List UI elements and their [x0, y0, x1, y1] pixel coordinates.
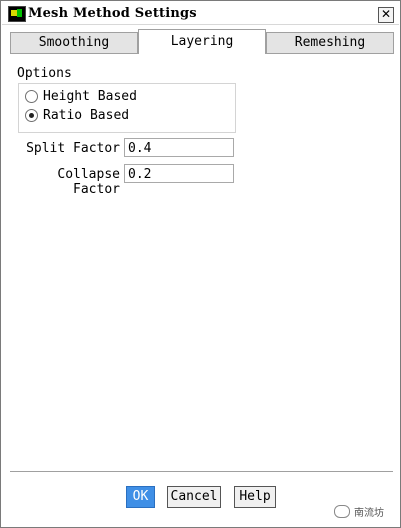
watermark-text: 南流坊 [354, 508, 384, 519]
wechat-icon [334, 505, 350, 518]
mesh-method-settings-dialog: Mesh Method Settings ✕ Smoothing Layerin… [0, 0, 401, 528]
radio-height-based[interactable]: Height Based [25, 87, 137, 105]
tab-remeshing[interactable]: Remeshing [266, 32, 394, 54]
options-radio-group: Height Based Ratio Based [18, 83, 236, 133]
tab-bar: Smoothing Layering Remeshing [10, 29, 394, 54]
application-icon [8, 6, 26, 22]
radio-ratio-based-label: Ratio Based [43, 107, 130, 123]
radio-ratio-based-indicator[interactable] [25, 108, 38, 122]
collapse-factor-input[interactable]: 0.2 [124, 164, 234, 183]
radio-ratio-based[interactable]: Ratio Based [25, 106, 129, 124]
button-bar-divider [10, 471, 393, 472]
tab-layering[interactable]: Layering [138, 29, 266, 54]
options-group-label: Options [17, 66, 72, 81]
tab-smoothing[interactable]: Smoothing [10, 32, 138, 54]
close-button[interactable]: ✕ [378, 7, 394, 23]
watermark: 南流坊 [334, 504, 384, 519]
radio-height-based-indicator[interactable] [25, 89, 38, 103]
cancel-button[interactable]: Cancel [167, 486, 221, 508]
radio-height-based-label: Height Based [43, 88, 137, 104]
help-button[interactable]: Help [234, 486, 276, 508]
window-title: Mesh Method Settings [28, 6, 197, 21]
split-factor-label: Split Factor [26, 141, 120, 156]
collapse-factor-label: Collapse Factor [57, 167, 120, 197]
split-factor-input[interactable]: 0.4 [124, 138, 234, 157]
title-bar[interactable]: Mesh Method Settings ✕ [2, 2, 399, 25]
ok-button[interactable]: OK [126, 486, 155, 508]
